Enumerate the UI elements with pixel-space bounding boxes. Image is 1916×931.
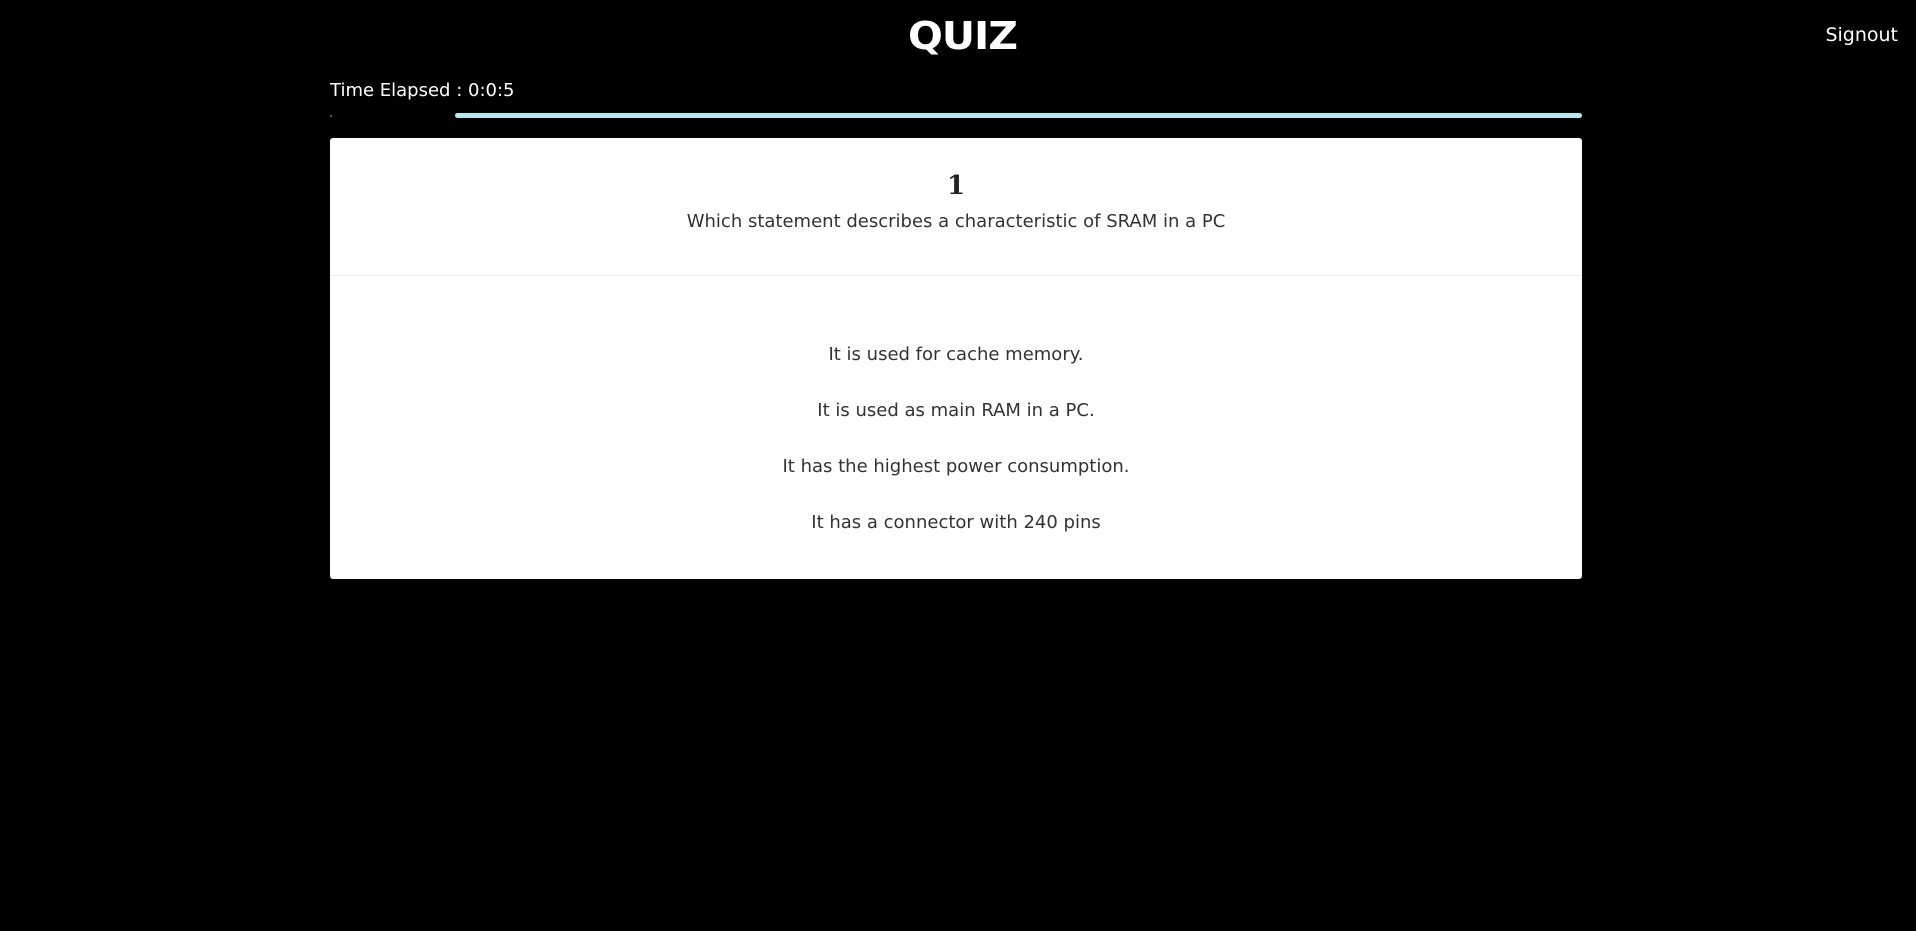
question-header: 1 Which statement describes a characteri… bbox=[330, 138, 1582, 276]
question-number: 1 bbox=[946, 171, 966, 201]
progress-bar bbox=[330, 113, 1582, 118]
progress-fill bbox=[455, 113, 1582, 118]
progress-start-marker bbox=[330, 115, 332, 117]
answer-option[interactable]: It has the highest power consumption. bbox=[330, 456, 1582, 512]
question-card: 1 Which statement describes a characteri… bbox=[330, 138, 1582, 579]
answer-option[interactable]: It is used for cache memory. bbox=[330, 344, 1582, 400]
question-text: Which statement describes a characterist… bbox=[686, 211, 1226, 232]
quiz-logo: QUIZ bbox=[908, 14, 1018, 58]
signout-link[interactable]: Signout bbox=[1825, 24, 1898, 46]
answer-options: It is used for cache memory. It is used … bbox=[330, 276, 1582, 568]
answer-option[interactable]: It is used as main RAM in a PC. bbox=[330, 400, 1582, 456]
top-bar: QUIZ Signout bbox=[0, 0, 1916, 74]
answer-option[interactable]: It has a connector with 240 pins bbox=[330, 512, 1582, 568]
time-elapsed: Time Elapsed : 0:0:5 bbox=[330, 80, 515, 101]
